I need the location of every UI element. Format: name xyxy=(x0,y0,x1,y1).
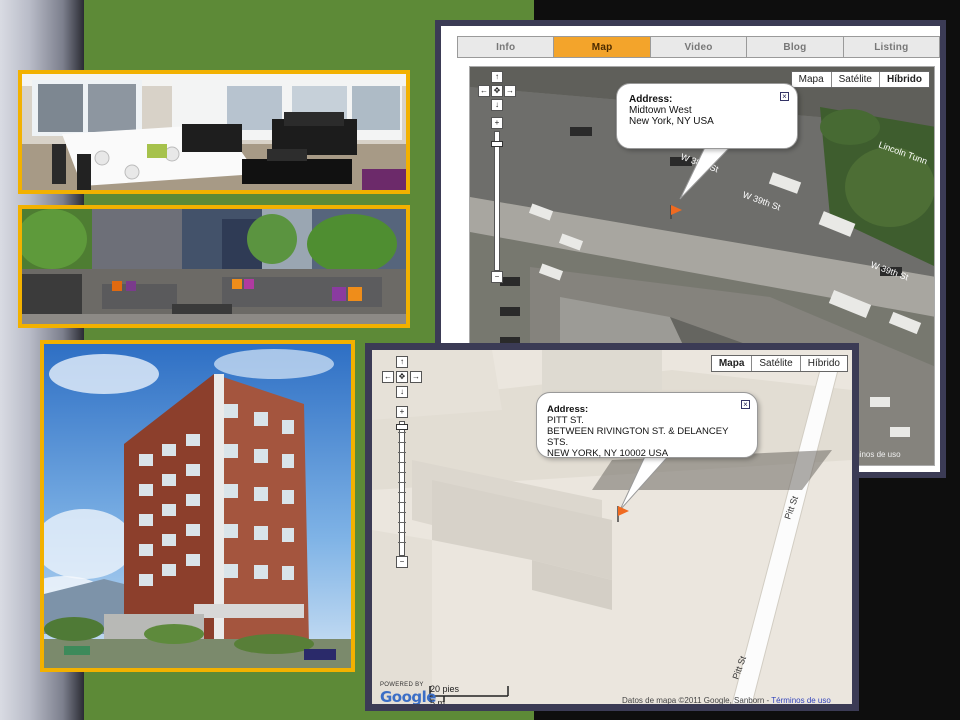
tab-map[interactable]: Map xyxy=(554,37,651,57)
pan-up-icon[interactable]: ↑ xyxy=(491,71,503,83)
top-map-type-selector: Mapa Satélite Híbrido xyxy=(790,71,930,88)
zoom-out-icon[interactable]: − xyxy=(396,556,408,568)
map-type-hibrido-button[interactable]: Híbrido xyxy=(880,72,929,87)
google-logo[interactable]: POWERED BY Google xyxy=(380,682,436,704)
close-icon[interactable]: × xyxy=(741,400,750,409)
map-type-mapa-button[interactable]: Mapa xyxy=(712,356,753,371)
listing-tabs: Info Map Video Blog Listing xyxy=(457,36,940,58)
attribution-text: Datos de mapa ©2011 Google, Sanborn - xyxy=(622,696,772,704)
scale-imperial-label: 20 pies xyxy=(430,684,460,694)
zoom-in-icon[interactable]: + xyxy=(491,117,503,129)
zoom-in-icon[interactable]: + xyxy=(396,406,408,418)
map-attribution: Datos de mapa ©2011 Google, Sanborn - Té… xyxy=(622,696,831,704)
map-type-satelite-button[interactable]: Satélite xyxy=(752,356,801,371)
top-address-info-window: Address: Midtown West New York, NY USA × xyxy=(616,83,798,149)
zoom-slider[interactable] xyxy=(494,131,500,271)
zoom-slider-thumb[interactable] xyxy=(491,141,503,147)
info-window-line: Midtown West xyxy=(629,105,692,116)
rooftop-terrace-photo xyxy=(18,205,410,328)
map-type-hibrido-button[interactable]: Híbrido xyxy=(801,356,847,371)
pan-right-icon[interactable]: → xyxy=(410,371,422,383)
apartment-building-rendering xyxy=(40,340,355,672)
pan-left-icon[interactable]: ← xyxy=(382,371,394,383)
pan-center-icon[interactable]: ✥ xyxy=(491,85,503,97)
pan-left-icon[interactable]: ← xyxy=(478,85,490,97)
info-window-title: Address: xyxy=(547,404,589,415)
pan-down-icon[interactable]: ↓ xyxy=(491,99,503,111)
tab-listing[interactable]: Listing xyxy=(844,37,939,57)
info-window-line: BETWEEN RIVINGTON ST. & DELANCEY STS. xyxy=(547,426,729,448)
zoom-slider[interactable] xyxy=(398,421,406,556)
pan-up-icon[interactable]: ↑ xyxy=(396,356,408,368)
info-window-title: Address: xyxy=(629,94,673,105)
pan-center-icon[interactable]: ✥ xyxy=(396,371,408,383)
terms-of-use-link[interactable]: Términos de uso xyxy=(771,696,831,704)
tab-blog[interactable]: Blog xyxy=(747,37,844,57)
bottom-address-info-window: Address: PITT ST. BETWEEN RIVINGTON ST. … xyxy=(536,392,758,459)
map-scale: 20 pies 5 m xyxy=(430,684,459,704)
info-window-line: PITT ST. xyxy=(547,415,584,426)
tab-info[interactable]: Info xyxy=(458,37,555,57)
pan-down-icon[interactable]: ↓ xyxy=(396,386,408,398)
pan-right-icon[interactable]: → xyxy=(504,85,516,97)
bottom-map-type-selector: Mapa Satélite Híbrido xyxy=(710,355,848,372)
tab-video[interactable]: Video xyxy=(651,37,748,57)
bottom-map-panel: Pitt St Pitt St ↑ ← ✥ → ↓ + − Mapa Satél… xyxy=(365,343,859,711)
map-type-mapa-button[interactable]: Mapa xyxy=(792,72,832,87)
scale-metric-label: 5 m xyxy=(430,698,446,704)
street-map-view[interactable]: Pitt St Pitt St ↑ ← ✥ → ↓ + − Mapa Satél… xyxy=(372,350,852,704)
info-window-line: NEW YORK, NY 10002 USA xyxy=(547,448,669,459)
interior-living-room-photo xyxy=(18,70,410,194)
close-icon[interactable]: × xyxy=(780,92,789,101)
google-logo-text: Google xyxy=(380,688,436,704)
info-window-line: New York, NY USA xyxy=(629,116,714,127)
map-type-satelite-button[interactable]: Satélite xyxy=(832,72,880,87)
zoom-slider-thumb[interactable] xyxy=(396,424,408,430)
zoom-out-icon[interactable]: − xyxy=(491,271,503,283)
